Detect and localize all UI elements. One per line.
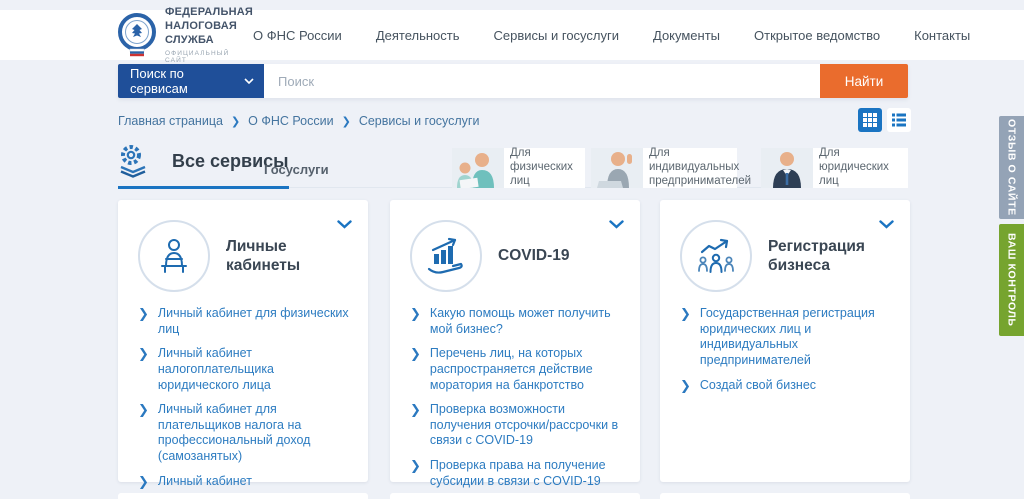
fns-emblem-icon [118,13,156,57]
card-header: Личные кабинеты [138,220,350,292]
link-chevron-icon: ❯ [410,458,421,473]
services-tabs-row: Все сервисы Госуслуги Для физических лиц [118,143,908,189]
hand-chart-icon [410,220,482,292]
link-lk-ul[interactable]: ❯ Личный кабинет налогоплательщика юриди… [138,346,350,393]
list-view-icon [892,113,906,127]
breadcrumb-about[interactable]: О ФНС России [248,114,333,128]
link-lk-fl[interactable]: ❯ Личный кабинет для физических лиц [138,306,350,337]
next-row-card [660,493,910,499]
grid-view-button[interactable] [858,108,882,132]
link-covid-help[interactable]: ❯ Какую помощь может получить мой бизнес… [410,306,622,337]
card-title: Личные кабинеты [226,237,301,274]
link-chevron-icon: ❯ [138,402,149,418]
link-chevron-icon: ❯ [410,306,421,321]
nav-activity[interactable]: Деятельность [376,28,460,43]
card-title: Регистрация бизнеса [768,237,865,274]
tab-gosuslugi[interactable]: Госуслуги [264,162,329,177]
search-bar: Поиск по сервисам Найти [118,64,908,98]
logo-line2: НАЛОГОВАЯ СЛУЖБА [165,20,237,46]
breadcrumb-home[interactable]: Главная страница [118,114,223,128]
view-toggles [858,108,911,132]
search-input[interactable] [264,64,820,98]
collapse-chevron-icon[interactable] [879,220,894,229]
link-chevron-icon: ❯ [138,473,149,489]
link-state-registration[interactable]: ❯ Государственная регистрация юридически… [680,306,892,369]
card-header: COVID-19 [410,220,622,292]
card-title: COVID-19 [498,247,570,265]
next-row-card [118,493,368,499]
card-personal-accounts: Личные кабинеты ❯ Личный кабинет для физ… [118,200,368,499]
services-gear-layers-icon [118,143,160,179]
link-chevron-icon: ❯ [410,402,421,418]
nav-about-fns[interactable]: О ФНС России [253,28,342,43]
card-links: ❯ Какую помощь может получить мой бизнес… [410,306,622,489]
link-chevron-icon: ❯ [410,346,421,362]
fns-logo[interactable]: ФЕДЕРАЛЬНАЯ НАЛОГОВАЯ СЛУЖБА ОФИЦИАЛЬНЫЙ… [118,6,253,64]
card-links: ❯ Личный кабинет для физических лиц ❯ Ли… [138,306,350,499]
collapse-chevron-icon[interactable] [337,220,352,229]
vash-kontrol-side-button[interactable]: ВАШ КОНТРОЛЬ [999,224,1024,336]
tab-individuals[interactable]: Для физических лиц [452,147,585,188]
tab-legal-entities[interactable]: Для юридических лиц [761,147,908,188]
card-header: Регистрация бизнеса [680,220,892,292]
entrepreneurs-photo [591,148,643,188]
logo-line1: ФЕДЕРАЛЬНАЯ [165,6,253,19]
link-create-business[interactable]: ❯ Создай свой бизнес [680,378,892,394]
search-scope-label: Поиск по сервисам [130,66,188,96]
breadcrumb-separator-icon: ❯ [230,115,241,128]
individuals-photo [452,148,504,188]
main-nav: О ФНС России Деятельность Сервисы и госу… [253,28,970,43]
tab-legal-entities-label: Для юридических лиц [819,147,889,187]
category-tabs: Для физических лиц Для индивидуальных пр… [452,147,908,188]
breadcrumb-separator-icon: ❯ [341,115,351,128]
next-row-card [390,493,640,499]
link-lk-npd[interactable]: ❯ Личный кабинет для плательщиков налога… [138,402,350,465]
site-feedback-label: ОТЗЫВ О САЙТЕ [1005,119,1018,216]
nav-open-agency[interactable]: Открытое ведомство [754,28,880,43]
nav-services[interactable]: Сервисы и госуслуги [494,28,619,43]
link-covid-deferral[interactable]: ❯ Проверка возможности получения отсрочк… [410,402,622,449]
card-business-registration: Регистрация бизнеса ❯ Государственная ре… [660,200,910,482]
logo-subtitle: ОФИЦИАЛЬНЫЙ САЙТ [165,49,230,64]
link-chevron-icon: ❯ [138,306,149,321]
legal-entities-photo [761,148,813,188]
tab-entrepreneurs[interactable]: Для индивидуальных предпринимателей [591,147,751,188]
card-covid19: COVID-19 ❯ Какую помощь может получить м… [390,200,640,488]
search-button[interactable]: Найти [820,64,908,98]
link-covid-subsidy[interactable]: ❯ Проверка права на получение субсидии в… [410,458,622,489]
tab-individuals-label: Для физических лиц [510,147,573,187]
site-header: ФЕДЕРАЛЬНАЯ НАЛОГОВАЯ СЛУЖБА ОФИЦИАЛЬНЫЙ… [0,6,1024,64]
breadcrumb-current: Сервисы и госуслуги [358,114,480,128]
card-links: ❯ Государственная регистрация юридически… [680,306,892,394]
nav-documents[interactable]: Документы [653,28,720,43]
chevron-down-icon [244,78,254,84]
site-feedback-side-button[interactable]: ОТЗЫВ О САЙТЕ [999,116,1024,219]
link-chevron-icon: ❯ [680,377,691,393]
logo-text: ФЕДЕРАЛЬНАЯ НАЛОГОВАЯ СЛУЖБА ОФИЦИАЛЬНЫЙ… [165,6,253,63]
vash-kontrol-label: ВАШ КОНТРОЛЬ [1005,233,1018,327]
person-cabinet-icon [138,220,210,292]
grid-view-icon [863,113,877,127]
link-covid-moratorium[interactable]: ❯ Перечень лиц, на которых распространяе… [410,346,622,393]
link-chevron-icon: ❯ [138,346,149,362]
tab-entrepreneurs-label: Для индивидуальных предпринимателей [649,147,752,187]
search-scope-dropdown[interactable]: Поиск по сервисам [118,64,264,98]
nav-contacts[interactable]: Контакты [914,28,970,43]
list-view-button[interactable] [887,108,911,132]
link-chevron-icon: ❯ [680,306,691,321]
people-growth-icon [680,220,752,292]
collapse-chevron-icon[interactable] [609,220,624,229]
tab-all-services[interactable]: Все сервисы [118,143,289,189]
breadcrumb: Главная страница ❯ О ФНС России ❯ Сервис… [118,114,479,128]
